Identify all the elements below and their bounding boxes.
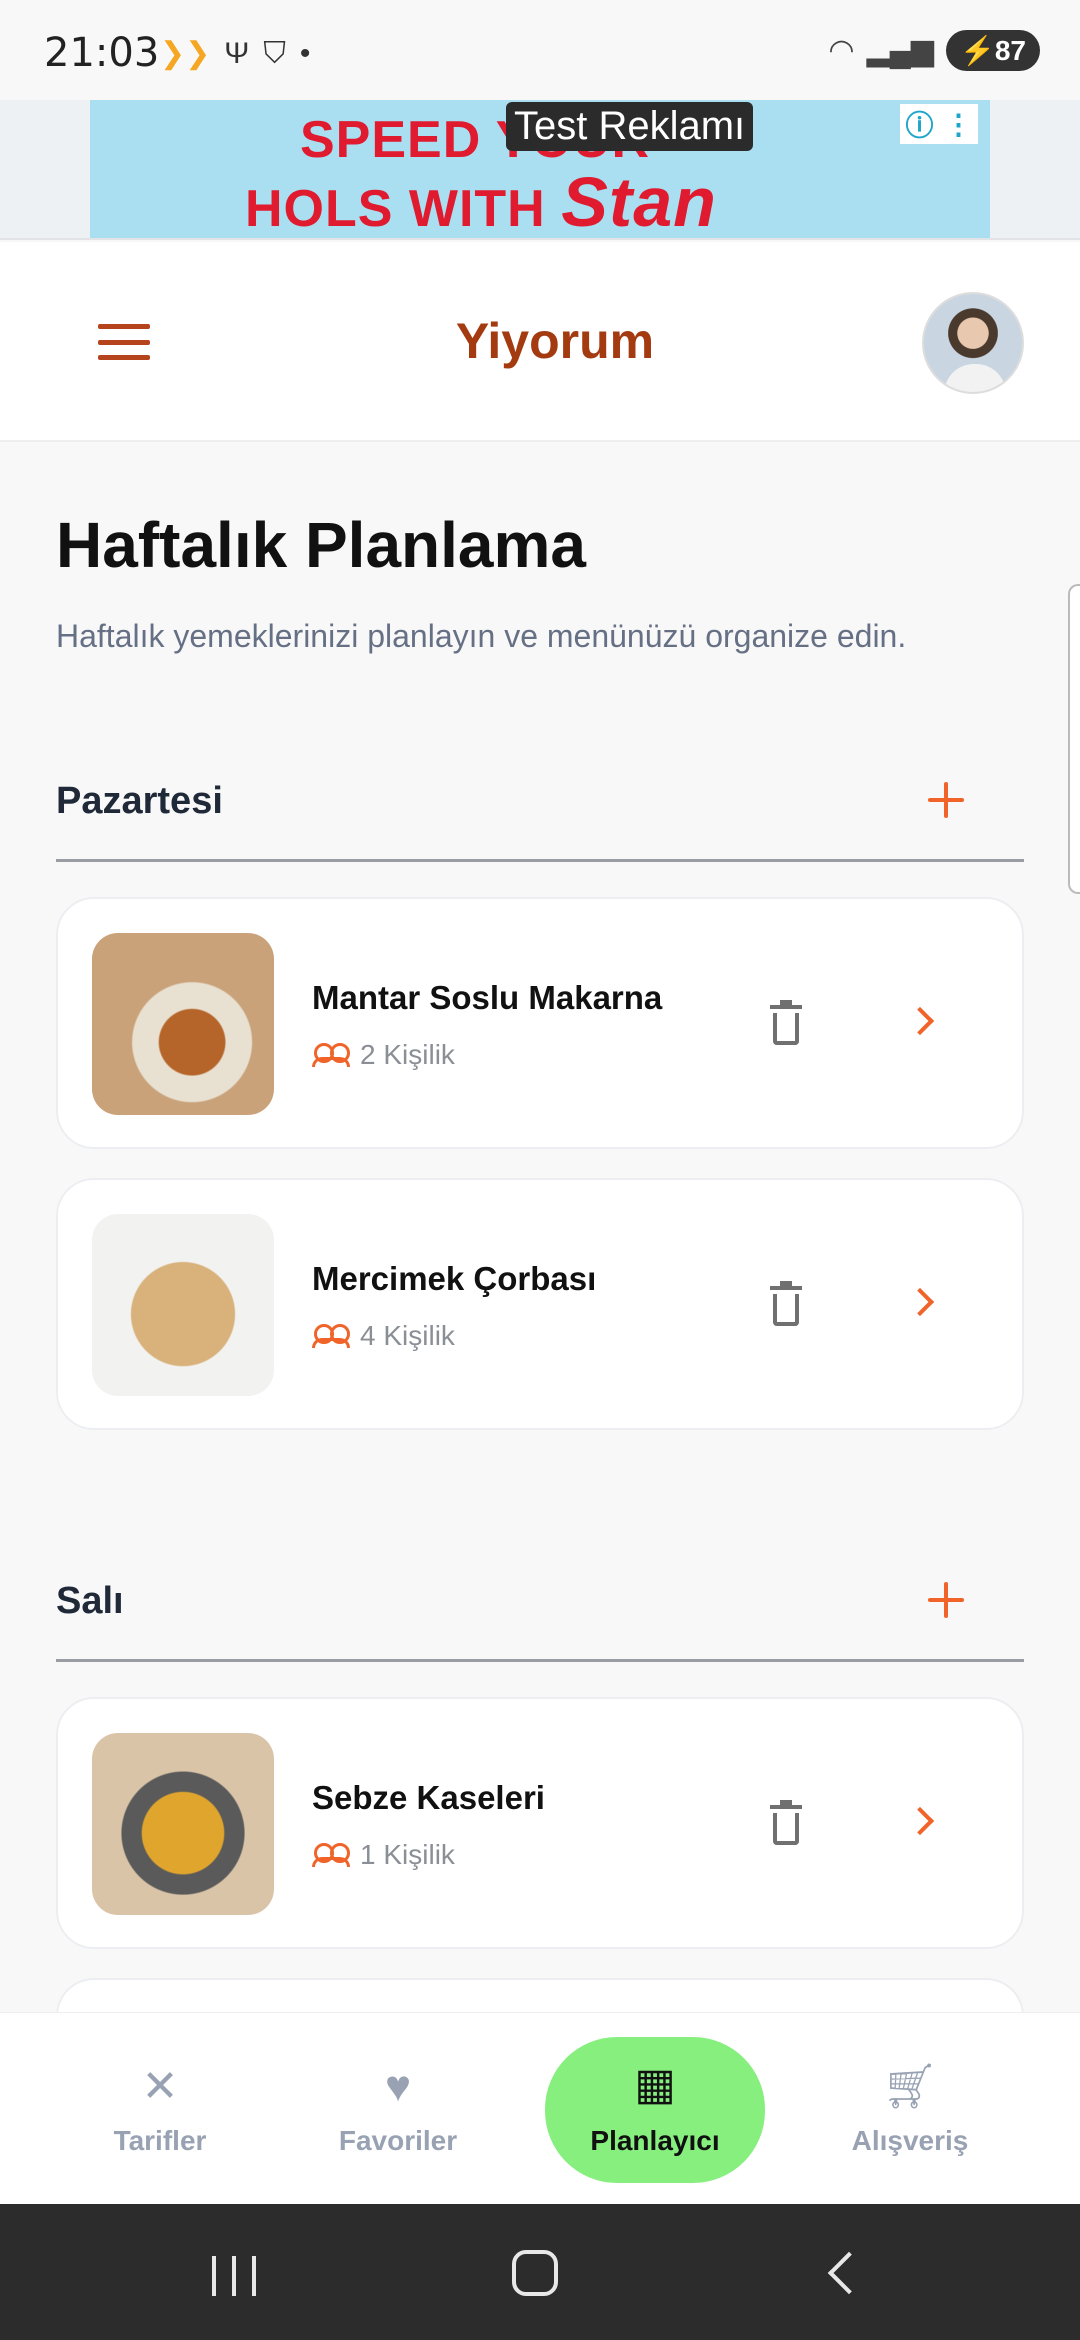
recent-apps-icon[interactable] [212, 2256, 256, 2296]
nav-alisveris[interactable]: 🛒︎ Alışveriş [810, 2043, 1010, 2177]
chevron-right-icon[interactable] [905, 1806, 935, 1836]
user-avatar[interactable] [922, 292, 1024, 394]
ad-headline-2: HOLS WITH Stan [245, 162, 717, 238]
status-icons-left: ❯❯ Ψ ⛉ • [160, 36, 310, 71]
meal-card[interactable]: Mantar Soslu Makarna 2 Kişilik [56, 897, 1024, 1149]
bottom-nav: ✕ Tarifler ♥ Favoriler ▦ Planlayıcı 🛒︎ A… [0, 2012, 1080, 2204]
chevron-right-icon[interactable] [905, 1006, 935, 1036]
page-title: Haftalık Planlama [56, 509, 586, 581]
wifi-icon: ◠ [828, 34, 855, 67]
meal-name: Sebze Kaseleri [312, 1779, 545, 1816]
nav-label: Favoriler [338, 2125, 458, 2156]
servings-label: 2 Kişilik [360, 1039, 455, 1070]
delete-icon[interactable] [768, 1281, 804, 1328]
meal-card[interactable]: Sebze Kaseleri 1 Kişilik [56, 1697, 1024, 1949]
home-icon[interactable] [512, 2250, 558, 2296]
usb-icon: Ψ [224, 36, 250, 70]
app-header: Yiyorum [0, 242, 1080, 442]
status-bar: 21:03 ❯❯ Ψ ⛉ • ◠ ▂▄▆ ⚡87 [0, 0, 1080, 100]
meal-name: Mercimek Çorbası [312, 1260, 597, 1297]
nav-label: Planlayıcı [590, 2125, 720, 2156]
people-icon [312, 1043, 350, 1067]
info-icon[interactable]: ⓘ [905, 104, 933, 144]
status-icons-right: ◠ ▂▄▆ ⚡87 [828, 30, 1040, 71]
day-header-sali: Salı [56, 1562, 1024, 1662]
calendar-icon: ▦ [634, 2060, 676, 2109]
servings-label: 1 Kişilik [360, 1839, 455, 1870]
meal-card[interactable]: Mercimek Çorbası 4 Kişilik [56, 1178, 1024, 1430]
nav-planlayici[interactable]: ▦ Planlayıcı [545, 2037, 765, 2183]
shield-icon: ⛉ [263, 36, 286, 70]
ad-banner[interactable]: SPEED YOUR HOLS WITH Stan Test Reklamı ⓘ… [90, 100, 990, 238]
servings-label: 4 Kişilik [360, 1320, 455, 1351]
more-vertical-icon[interactable]: ⋮ [944, 108, 972, 141]
ad-info-panel[interactable]: ⓘ ⋮ [900, 104, 978, 144]
edge-panel-handle[interactable] [1068, 584, 1080, 894]
app-title: Yiyorum [455, 313, 655, 369]
ad-headline-2-text: HOLS WITH [245, 180, 546, 238]
meal-servings: 4 Kişilik [312, 1320, 455, 1352]
cart-icon: 🛒︎ [882, 2062, 938, 2111]
notification-icon: ❯❯ [160, 37, 211, 70]
heart-icon: ♥ [384, 2062, 412, 2111]
chevron-right-icon[interactable] [905, 1287, 935, 1317]
signal-icon: ▂▄▆ [866, 34, 934, 67]
meal-image [92, 1214, 274, 1396]
nav-label: Alışveriş [851, 2125, 969, 2156]
add-meal-button[interactable] [916, 1570, 976, 1630]
ad-test-label: Test Reklamı [506, 102, 754, 151]
battery-icon: ⚡87 [945, 30, 1040, 71]
meal-name: Mantar Soslu Makarna [312, 979, 663, 1016]
ad-container: SPEED YOUR HOLS WITH Stan Test Reklamı ⓘ… [0, 100, 1080, 240]
back-icon[interactable] [827, 2251, 871, 2295]
people-icon [312, 1843, 350, 1867]
meal-servings: 2 Kişilik [312, 1039, 455, 1071]
battery-level: 87 [994, 35, 1026, 66]
meal-image [92, 1733, 274, 1915]
day-name: Pazartesi [56, 780, 223, 822]
system-nav-bar [0, 2204, 1080, 2340]
ad-brand: Stan [561, 163, 717, 238]
status-time: 21:03 [44, 30, 160, 76]
nav-tarifler[interactable]: ✕ Tarifler [60, 2043, 260, 2177]
nav-favoriler[interactable]: ♥ Favoriler [298, 2043, 498, 2177]
add-meal-button[interactable] [916, 770, 976, 830]
day-header-pazartesi: Pazartesi [56, 762, 1024, 862]
people-icon [312, 1324, 350, 1348]
page-subtitle: Haftalık yemeklerinizi planlayın ve menü… [56, 618, 907, 654]
nav-label: Tarifler [113, 2125, 207, 2156]
delete-icon[interactable] [768, 1800, 804, 1847]
delete-icon[interactable] [768, 1000, 804, 1047]
dot-icon: • [299, 36, 311, 70]
utensils-icon: ✕ [141, 2062, 179, 2111]
day-name: Salı [56, 1580, 124, 1622]
meal-image [92, 933, 274, 1115]
meal-servings: 1 Kişilik [312, 1839, 455, 1871]
